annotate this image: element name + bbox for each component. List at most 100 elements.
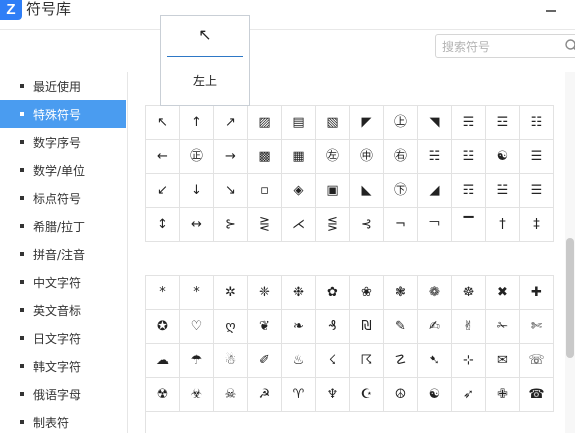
symbol-cell[interactable]: ☯	[486, 140, 520, 174]
symbol-cell[interactable]: ◣	[350, 174, 384, 208]
symbol-cell[interactable]: ❧	[282, 310, 316, 344]
symbol-cell[interactable]: ☏	[520, 344, 554, 378]
symbol-cell[interactable]: ☰	[520, 140, 554, 174]
symbol-cell[interactable]: ◢	[418, 174, 452, 208]
symbol-cell[interactable]: ㊥	[350, 140, 384, 174]
sidebar-item[interactable]: 最近使用	[0, 72, 126, 100]
symbol-cell[interactable]: ♡	[180, 310, 214, 344]
symbol-cell[interactable]: ￢	[418, 208, 452, 242]
symbol-cell[interactable]: ⊹	[452, 344, 486, 378]
sidebar-item[interactable]: 数学/单位	[0, 156, 126, 184]
symbol-cell[interactable]: ☣	[180, 378, 214, 412]
symbol-cell[interactable]: ⋛	[248, 208, 282, 242]
symbol-cell[interactable]: ➶	[452, 378, 486, 412]
symbol-cell[interactable]: ☠	[214, 378, 248, 412]
symbol-cell[interactable]: ↘	[214, 174, 248, 208]
symbol-cell[interactable]: ▨	[248, 106, 282, 140]
symbol-cell[interactable]: ↖	[146, 106, 180, 140]
sidebar-item[interactable]: 中文字符	[0, 268, 126, 296]
search-icon[interactable]	[564, 38, 575, 54]
sidebar-item[interactable]: 英文音标	[0, 296, 126, 324]
symbol-cell[interactable]: ♈	[282, 378, 316, 412]
symbol-cell[interactable]: ✌	[452, 310, 486, 344]
symbol-cell[interactable]: ◤	[350, 106, 384, 140]
symbol-cell[interactable]: ㊧	[316, 140, 350, 174]
symbol-cell[interactable]: ✿	[316, 276, 350, 310]
symbol-cell[interactable]: ✙	[486, 378, 520, 412]
symbol-cell[interactable]: ㊣	[180, 140, 214, 174]
symbol-cell[interactable]: ▤	[282, 106, 316, 140]
symbol-cell[interactable]: ✚	[520, 276, 554, 310]
symbol-cell[interactable]: ❦	[248, 310, 282, 344]
symbol-cell[interactable]: ▫	[248, 174, 282, 208]
symbol-cell[interactable]: ☯	[418, 378, 452, 412]
sidebar-item[interactable]: 制表符	[0, 408, 126, 433]
symbol-cell[interactable]: ✎	[384, 310, 418, 344]
symbol-cell[interactable]: ✍	[418, 310, 452, 344]
symbol-cell[interactable]: ▧	[316, 106, 350, 140]
symbol-cell[interactable]: ▣	[316, 174, 350, 208]
symbol-cell[interactable]: ☸	[452, 276, 486, 310]
symbol-cell[interactable]: ☭	[248, 378, 282, 412]
symbol-cell[interactable]: ♨	[282, 344, 316, 378]
symbol-cell[interactable]: ☢	[146, 378, 180, 412]
symbol-cell[interactable]: ‡	[520, 208, 554, 242]
sidebar-item[interactable]: 希腊/拉丁	[0, 212, 126, 240]
search-box[interactable]	[435, 34, 575, 58]
symbol-cell[interactable]: ✉	[486, 344, 520, 378]
minimize-button[interactable]	[541, 0, 561, 22]
sidebar-item[interactable]: 标点符号	[0, 184, 126, 212]
symbol-cell[interactable]: ㊦	[384, 174, 418, 208]
symbol-cell[interactable]: ◥	[418, 106, 452, 140]
scrollbar-thumb[interactable]	[566, 238, 574, 358]
symbol-cell[interactable]: ✐	[248, 344, 282, 378]
symbol-cell[interactable]: ✲	[214, 276, 248, 310]
symbol-cell[interactable]: ㊤	[384, 106, 418, 140]
symbol-cell[interactable]: ☇	[316, 344, 350, 378]
symbol-cell[interactable]: ☶	[452, 174, 486, 208]
symbol-cell[interactable]: ↓	[180, 174, 214, 208]
symbol-cell[interactable]: ☂	[180, 344, 214, 378]
symbol-cell[interactable]: ←	[146, 140, 180, 174]
symbol-cell[interactable]: ₪	[350, 310, 384, 344]
symbol-cell[interactable]: ⊱	[214, 208, 248, 242]
symbol-cell[interactable]: ☱	[486, 174, 520, 208]
symbol-cell[interactable]: ➷	[418, 344, 452, 378]
symbol-cell[interactable]: ㊨	[384, 140, 418, 174]
symbol-cell[interactable]: ▔	[452, 208, 486, 242]
symbol-cell[interactable]: ✖	[486, 276, 520, 310]
symbol-cell[interactable]: ☲	[486, 106, 520, 140]
symbol-cell[interactable]: ↕	[146, 208, 180, 242]
symbol-cell[interactable]: ☁	[146, 344, 180, 378]
symbol-cell[interactable]: ↗	[214, 106, 248, 140]
symbol-cell[interactable]: ☷	[520, 106, 554, 140]
symbol-cell[interactable]: ◈	[282, 174, 316, 208]
symbol-cell[interactable]: ¬	[384, 208, 418, 242]
symbol-cell[interactable]: *	[146, 276, 180, 310]
sidebar-item[interactable]: 数字序号	[0, 128, 126, 156]
symbol-cell[interactable]: ❈	[248, 276, 282, 310]
symbol-cell[interactable]: ☵	[418, 140, 452, 174]
symbol-cell[interactable]: ✁	[486, 310, 520, 344]
symbol-cell[interactable]: ❁	[418, 276, 452, 310]
symbol-cell[interactable]: ☮	[384, 378, 418, 412]
symbol-cell[interactable]: ⋌	[282, 208, 316, 242]
symbol-cell[interactable]: ▩	[248, 140, 282, 174]
symbol-cell[interactable]: ☃	[214, 344, 248, 378]
symbol-cell[interactable]: ✄	[520, 310, 554, 344]
symbol-cell[interactable]: ⋚	[316, 208, 350, 242]
search-input[interactable]	[442, 38, 554, 55]
symbol-cell[interactable]: →	[214, 140, 248, 174]
symbol-cell[interactable]: ⊰	[350, 208, 384, 242]
symbol-cell[interactable]: †	[486, 208, 520, 242]
symbol-cell[interactable]: ₰	[316, 310, 350, 344]
symbol-cell[interactable]: ♆	[316, 378, 350, 412]
symbol-cell[interactable]: ☰	[520, 174, 554, 208]
symbol-cell[interactable]: ☈	[350, 344, 384, 378]
symbol-cell[interactable]: ❀	[350, 276, 384, 310]
sidebar-item[interactable]: 日文字符	[0, 324, 126, 352]
symbol-cell[interactable]: ☪	[350, 378, 384, 412]
symbol-cell[interactable]: ❉	[282, 276, 316, 310]
sidebar-item[interactable]: 拼音/注音	[0, 240, 126, 268]
symbol-cell[interactable]: *	[180, 276, 214, 310]
